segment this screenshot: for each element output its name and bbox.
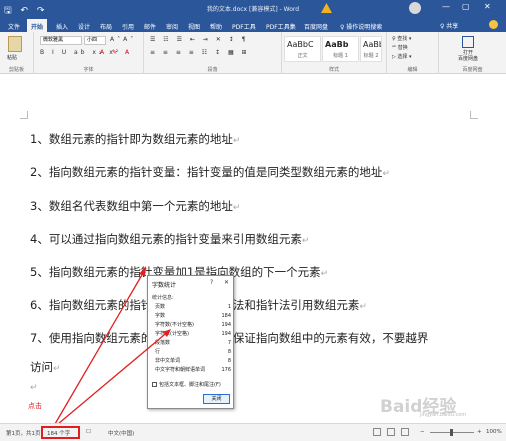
zoom-in-button[interactable]: + xyxy=(477,429,482,435)
word-count-button[interactable]: 184 个字 xyxy=(47,429,70,437)
print-layout-icon[interactable] xyxy=(387,428,395,436)
status-bar: 第1页，共1页 184 个字 ☐ 中文(中国) − + 100% xyxy=(0,423,506,441)
read-mode-icon[interactable] xyxy=(373,428,381,436)
language-indicator[interactable]: 中文(中国) xyxy=(108,429,134,437)
web-layout-icon[interactable] xyxy=(401,428,409,436)
zoom-level[interactable]: 100% xyxy=(486,429,502,435)
page-indicator[interactable]: 第1页，共1页 xyxy=(6,429,41,437)
annotation-arrow xyxy=(54,266,171,425)
zoom-out-button[interactable]: − xyxy=(420,429,425,435)
baidu-watermark-url: jingyan.baidu.com xyxy=(420,412,467,418)
proofing-icon[interactable]: ☐ xyxy=(86,429,91,435)
zoom-slider-thumb[interactable] xyxy=(450,429,453,436)
